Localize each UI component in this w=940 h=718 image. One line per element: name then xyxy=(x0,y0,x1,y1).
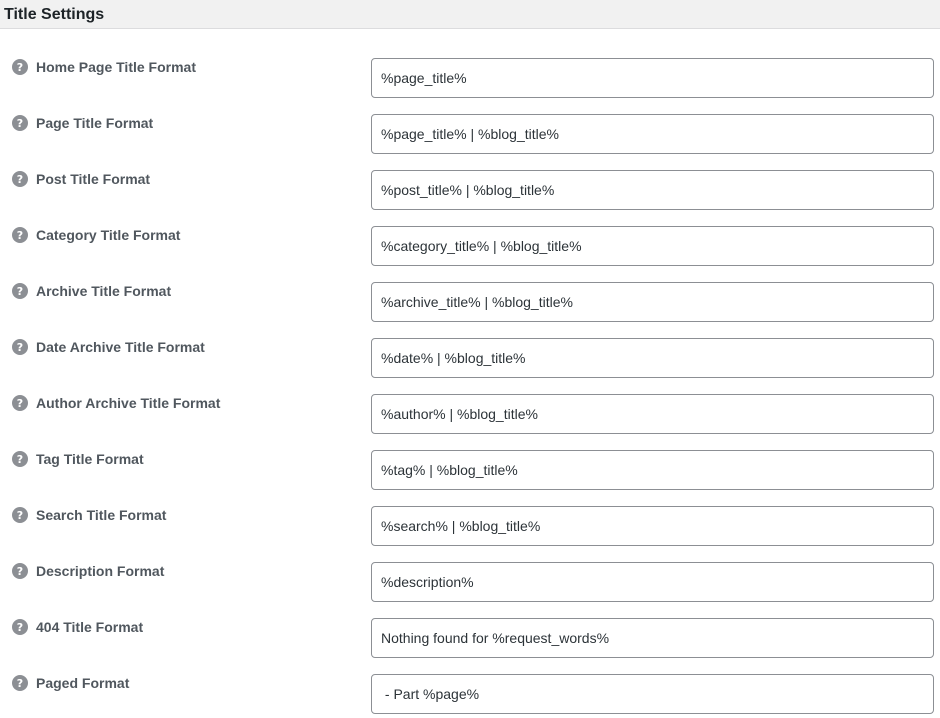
page-title-format-input[interactable] xyxy=(371,114,934,154)
date-archive-title-format-input[interactable] xyxy=(371,338,934,378)
help-icon[interactable]: ? xyxy=(12,451,28,467)
help-icon[interactable]: ? xyxy=(12,675,28,691)
settings-row-post-title: ? Post Title Format xyxy=(0,165,940,221)
field-label-group: ? Tag Title Format xyxy=(0,445,371,467)
settings-row-author-archive-title: ? Author Archive Title Format xyxy=(0,389,940,445)
post-title-format-input[interactable] xyxy=(371,170,934,210)
settings-row-search-title: ? Search Title Format xyxy=(0,501,940,557)
help-icon[interactable]: ? xyxy=(12,563,28,579)
help-icon[interactable]: ? xyxy=(12,283,28,299)
help-icon[interactable]: ? xyxy=(12,227,28,243)
settings-row-description: ? Description Format xyxy=(0,557,940,613)
field-label-group: ? Description Format xyxy=(0,557,371,579)
field-label-group: ? Page Title Format xyxy=(0,109,371,131)
404-title-format-input[interactable] xyxy=(371,618,934,658)
field-label: Archive Title Format xyxy=(36,283,172,299)
settings-row-tag-title: ? Tag Title Format xyxy=(0,445,940,501)
help-icon[interactable]: ? xyxy=(12,115,28,131)
field-label-group: ? Date Archive Title Format xyxy=(0,333,371,355)
field-label: Tag Title Format xyxy=(36,451,144,467)
settings-row-page-title: ? Page Title Format xyxy=(0,109,940,165)
help-icon[interactable]: ? xyxy=(12,395,28,411)
help-icon[interactable]: ? xyxy=(12,507,28,523)
settings-row-404-title: ? 404 Title Format xyxy=(0,613,940,669)
settings-row-paged: ? Paged Format xyxy=(0,669,940,718)
field-label: Date Archive Title Format xyxy=(36,339,205,355)
field-label: Paged Format xyxy=(36,675,130,691)
field-label: Home Page Title Format xyxy=(36,59,197,75)
search-title-format-input[interactable] xyxy=(371,506,934,546)
title-settings-form: ? Home Page Title Format ? Page Title Fo… xyxy=(0,29,940,718)
help-icon[interactable]: ? xyxy=(12,339,28,355)
field-label-group: ? Author Archive Title Format xyxy=(0,389,371,411)
field-label-group: ? Category Title Format xyxy=(0,221,371,243)
settings-row-home-page-title: ? Home Page Title Format xyxy=(0,53,940,109)
field-label-group: ? 404 Title Format xyxy=(0,613,371,635)
paged-format-input[interactable] xyxy=(371,674,934,714)
home-page-title-format-input[interactable] xyxy=(371,58,934,98)
field-label: Category Title Format xyxy=(36,227,181,243)
help-icon[interactable]: ? xyxy=(12,171,28,187)
settings-row-category-title: ? Category Title Format xyxy=(0,221,940,277)
field-label: Description Format xyxy=(36,563,165,579)
help-icon[interactable]: ? xyxy=(12,619,28,635)
settings-row-archive-title: ? Archive Title Format xyxy=(0,277,940,333)
field-label: Search Title Format xyxy=(36,507,167,523)
settings-row-date-archive-title: ? Date Archive Title Format xyxy=(0,333,940,389)
field-label: Page Title Format xyxy=(36,115,154,131)
field-label-group: ? Search Title Format xyxy=(0,501,371,523)
description-format-input[interactable] xyxy=(371,562,934,602)
field-label-group: ? Paged Format xyxy=(0,669,371,691)
category-title-format-input[interactable] xyxy=(371,226,934,266)
archive-title-format-input[interactable] xyxy=(371,282,934,322)
author-archive-title-format-input[interactable] xyxy=(371,394,934,434)
field-label-group: ? Home Page Title Format xyxy=(0,53,371,75)
help-icon[interactable]: ? xyxy=(12,59,28,75)
field-label-group: ? Post Title Format xyxy=(0,165,371,187)
field-label: Post Title Format xyxy=(36,171,151,187)
panel-title: Title Settings xyxy=(4,6,105,23)
field-label: 404 Title Format xyxy=(36,619,144,635)
field-label: Author Archive Title Format xyxy=(36,395,221,411)
panel-header: Title Settings xyxy=(0,0,940,29)
tag-title-format-input[interactable] xyxy=(371,450,934,490)
field-label-group: ? Archive Title Format xyxy=(0,277,371,299)
